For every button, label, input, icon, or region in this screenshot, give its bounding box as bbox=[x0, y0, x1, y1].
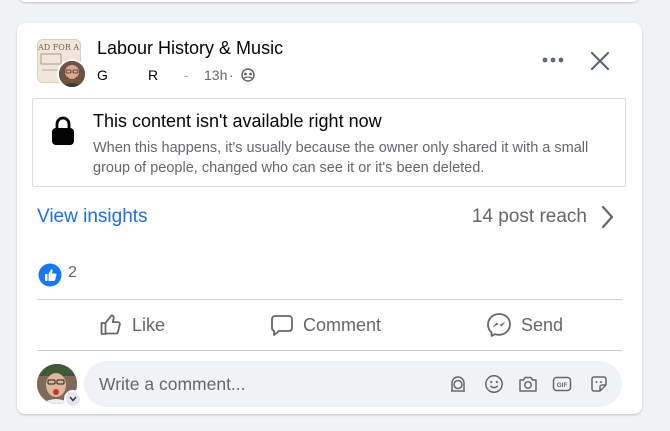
author-photo bbox=[59, 61, 85, 87]
group-name-link[interactable]: Labour History & Music bbox=[97, 38, 283, 59]
divider-bottom bbox=[37, 350, 622, 351]
group-audience-icon bbox=[241, 68, 255, 85]
emoji-icon[interactable] bbox=[484, 374, 504, 394]
comment-bubble-icon bbox=[271, 315, 293, 336]
author-name-last[interactable]: R bbox=[148, 67, 158, 83]
send-label: Send bbox=[521, 314, 564, 335]
more-dots-icon bbox=[542, 57, 564, 63]
author-name-first[interactable]: G bbox=[97, 67, 108, 83]
unavailable-content-box: This content isn't available right now W… bbox=[32, 98, 626, 187]
like-button[interactable]: Like bbox=[99, 309, 165, 341]
post-avatar-group[interactable]: AD FOR ALL bbox=[37, 39, 87, 89]
post-card: AD FOR ALL Labour History & Music G R - … bbox=[17, 23, 642, 414]
profile-switcher-badge[interactable] bbox=[64, 390, 82, 408]
comment-input[interactable] bbox=[99, 373, 419, 395]
like-reaction-icon[interactable] bbox=[38, 263, 62, 287]
comment-composer: GIF bbox=[84, 361, 622, 407]
like-label: Like bbox=[132, 314, 166, 335]
post-timestamp[interactable]: 13h bbox=[204, 67, 227, 83]
camera-icon[interactable] bbox=[518, 374, 538, 394]
comment-label: Comment bbox=[303, 314, 382, 335]
chevron-down-icon bbox=[69, 396, 77, 402]
post-reach-text[interactable]: 14 post reach bbox=[472, 206, 587, 228]
sticker-icon[interactable] bbox=[589, 374, 609, 394]
view-insights-link[interactable]: View insights bbox=[37, 206, 148, 228]
svg-text:GIF: GIF bbox=[557, 382, 568, 389]
meta-separator: - bbox=[184, 67, 189, 83]
more-options-button[interactable] bbox=[533, 45, 573, 75]
close-icon bbox=[590, 51, 610, 71]
lock-icon bbox=[52, 116, 74, 145]
messenger-icon bbox=[487, 313, 511, 337]
unavailable-title: This content isn't available right now bbox=[93, 111, 382, 131]
chevron-right-icon[interactable] bbox=[600, 205, 614, 229]
unavailable-message: When this happens, it's usually because … bbox=[93, 140, 589, 176]
avatar-sticker-icon[interactable] bbox=[448, 374, 468, 394]
divider-top bbox=[37, 299, 622, 300]
meta-dot: · bbox=[229, 67, 234, 83]
previous-post-card bbox=[18, 0, 640, 2]
gif-icon[interactable]: GIF bbox=[552, 374, 572, 394]
reaction-count[interactable]: 2 bbox=[68, 264, 77, 282]
author-avatar[interactable] bbox=[57, 59, 87, 89]
send-button[interactable]: Send bbox=[486, 309, 563, 341]
thumbs-up-icon bbox=[100, 314, 121, 335]
comment-button[interactable]: Comment bbox=[270, 309, 381, 341]
hide-post-button[interactable] bbox=[583, 44, 617, 78]
